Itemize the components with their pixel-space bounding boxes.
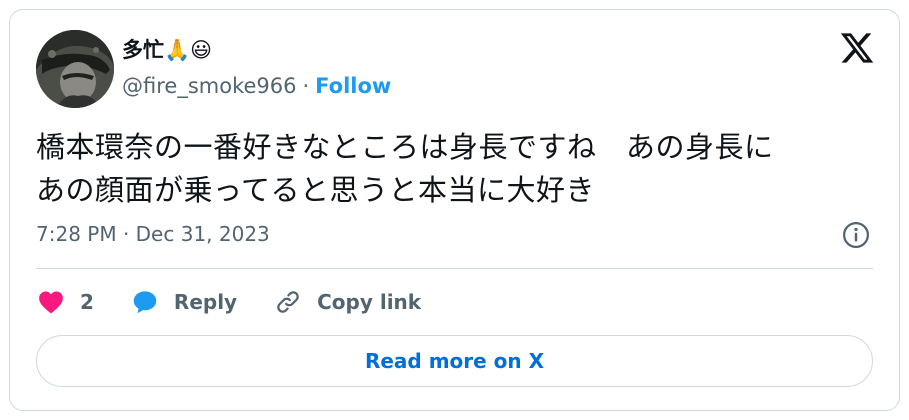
- action-bar: 2 Reply Copy link: [36, 282, 457, 322]
- follow-button[interactable]: Follow: [315, 74, 391, 98]
- handle-separator: ·: [302, 74, 310, 98]
- heart-icon: [39, 291, 63, 314]
- read-more-label: Read more on X: [364, 349, 545, 373]
- reply-label: Reply: [173, 290, 238, 314]
- read-more-button[interactable]: Read more on X: [36, 335, 873, 387]
- copy-link-label: Copy link: [317, 290, 422, 314]
- tweet-timestamp[interactable]: 7:28 PM · Dec 31, 2023: [36, 222, 270, 246]
- author-name-row: 多忙🙏😃: [122, 34, 212, 64]
- speech-bubble-icon: [133, 291, 157, 314]
- x-logo-icon[interactable]: [839, 30, 875, 66]
- author-handle[interactable]: @fire_smoke966: [122, 74, 296, 98]
- copy-link-button[interactable]: Copy link: [273, 287, 421, 317]
- avatar[interactable]: [36, 30, 114, 108]
- info-icon[interactable]: [841, 220, 871, 250]
- like-count: 2: [80, 290, 94, 314]
- tweet-text: 橋本環奈の一番好きなところは身長ですね あの身長に あの顔面が乗ってると思うと本…: [36, 126, 876, 212]
- reply-button[interactable]: Reply: [130, 287, 237, 317]
- tweet-text-line-1: 橋本環奈の一番好きなところは身長ですね あの身長に: [36, 130, 774, 164]
- tweet-card: 多忙🙏😃 @fire_smoke966 · Follow 橋本環奈の一番好きなと…: [9, 9, 900, 411]
- author-display-name[interactable]: 多忙🙏😃: [122, 34, 212, 64]
- tweet-text-line-2: あの顔面が乗ってると思うと本当に大好き: [36, 173, 596, 207]
- author-handle-row: @fire_smoke966 · Follow: [122, 74, 391, 98]
- like-button[interactable]: 2: [36, 287, 94, 317]
- divider: [36, 268, 873, 269]
- link-icon: [277, 291, 299, 313]
